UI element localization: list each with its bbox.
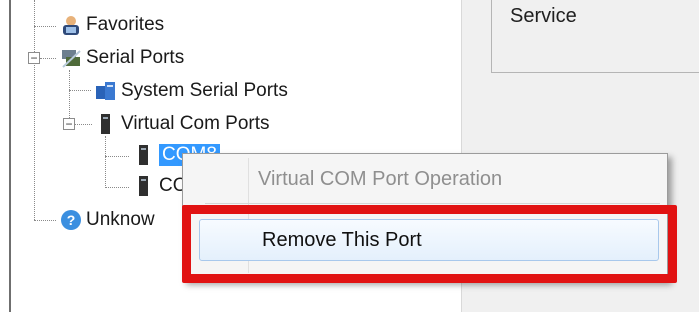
tree-item-favorites[interactable]: Favorites (60, 12, 164, 38)
favorites-user-icon (63, 16, 79, 35)
tree-connector (69, 90, 91, 91)
tree-item-system-serial-ports[interactable]: System Serial Ports (95, 78, 288, 104)
service-label: Service (510, 5, 577, 27)
window-border (0, 0, 11, 312)
tree-connector (34, 26, 56, 27)
tree-connector (105, 156, 129, 157)
tree-label-favorites: Favorites (86, 14, 165, 35)
tree-connector (105, 136, 106, 188)
virtual-com-ports-icon (101, 114, 110, 134)
tree-label-unknown: Unknow (86, 209, 155, 230)
tree-item-unknown[interactable]: ? Unknow (60, 207, 155, 233)
tree-connector (74, 124, 92, 125)
serial-ports-icon (62, 50, 81, 68)
svg-text:?: ? (67, 212, 76, 228)
menu-header-virtual-com-port-operation: Virtual COM Port Operation (258, 168, 503, 190)
tree-connector (34, 220, 56, 221)
collapse-serial-ports-icon[interactable]: − (28, 52, 40, 64)
menu-separator (205, 203, 660, 204)
tree-item-serial-ports[interactable]: Serial Ports (60, 45, 184, 71)
tree-connector (40, 58, 56, 59)
tree-item-com-second[interactable]: CO (133, 173, 188, 199)
tree-connector (34, 0, 35, 220)
tree-item-virtual-com-ports[interactable]: Virtual Com Ports (95, 111, 270, 137)
collapse-virtual-com-ports-icon[interactable]: − (63, 118, 75, 130)
tree-label-system-serial-ports: System Serial Ports (121, 80, 288, 101)
tree-label-virtual-com-ports: Virtual Com Ports (121, 113, 270, 134)
com-port-icon (139, 176, 148, 196)
tree-label-serial-ports: Serial Ports (86, 47, 185, 68)
annotation-highlight-frame (182, 205, 677, 283)
com-port-icon (139, 145, 148, 165)
system-serial-ports-icon (96, 82, 115, 100)
tree-connector (105, 187, 129, 188)
help-question-icon: ? (61, 210, 81, 230)
